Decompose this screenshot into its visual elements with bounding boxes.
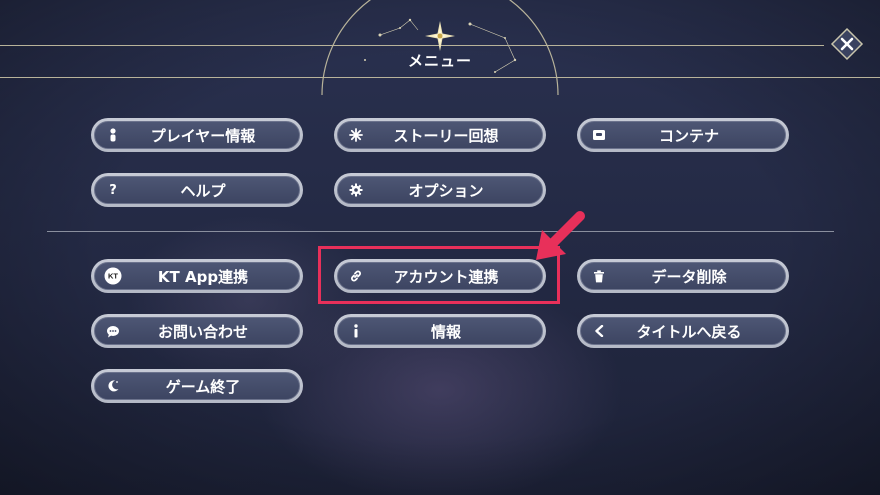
compass-star-icon	[425, 21, 455, 51]
container-label: コンテナ	[658, 126, 719, 145]
contact-label: お問い合わせ	[157, 322, 248, 341]
story-recall-label: ストーリー回想	[393, 126, 499, 145]
close-button[interactable]	[830, 27, 864, 61]
player-info-button[interactable]: プレイヤー情報	[91, 118, 303, 152]
section-divider	[47, 231, 834, 232]
gear-icon	[347, 181, 365, 199]
info-icon	[347, 322, 365, 340]
help-icon: ?	[109, 182, 117, 198]
chat-icon	[104, 322, 122, 340]
option-button[interactable]: オプション	[334, 173, 546, 207]
header-line-bottom	[0, 77, 880, 78]
kt-logo-icon: KT	[104, 267, 122, 285]
player-icon	[104, 126, 122, 144]
option-label: オプション	[408, 181, 484, 200]
help-label: ヘルプ	[180, 181, 226, 200]
header-line-top	[0, 45, 824, 46]
data-delete-label: データ削除	[651, 267, 727, 286]
svg-text:KT: KT	[108, 272, 118, 281]
help-button[interactable]: ? ヘルプ	[91, 173, 303, 207]
info-button[interactable]: 情報	[334, 314, 546, 348]
container-button[interactable]: コンテナ	[577, 118, 789, 152]
container-icon	[590, 126, 608, 144]
contact-button[interactable]: お問い合わせ	[91, 314, 303, 348]
quit-game-label: ゲーム終了	[165, 377, 241, 396]
data-delete-button[interactable]: データ削除	[577, 259, 789, 293]
page-title: メニュー	[407, 52, 472, 70]
back-to-title-button[interactable]: タイトルへ戻る	[577, 314, 789, 348]
story-recall-button[interactable]: ストーリー回想	[334, 118, 546, 152]
sparkle-icon	[347, 126, 365, 144]
moon-icon	[104, 377, 122, 395]
info-label: 情報	[430, 322, 461, 341]
pointer-arrow-icon	[536, 211, 585, 260]
kt-app-link-button[interactable]: KT KT App連携	[91, 259, 303, 293]
back-to-title-label: タイトルへ戻る	[636, 322, 742, 341]
kt-app-link-label: KT App連携	[157, 267, 249, 286]
close-icon	[830, 27, 864, 61]
player-info-label: プレイヤー情報	[150, 126, 256, 145]
back-icon	[590, 322, 608, 340]
quit-game-button[interactable]: ゲーム終了	[91, 369, 303, 403]
